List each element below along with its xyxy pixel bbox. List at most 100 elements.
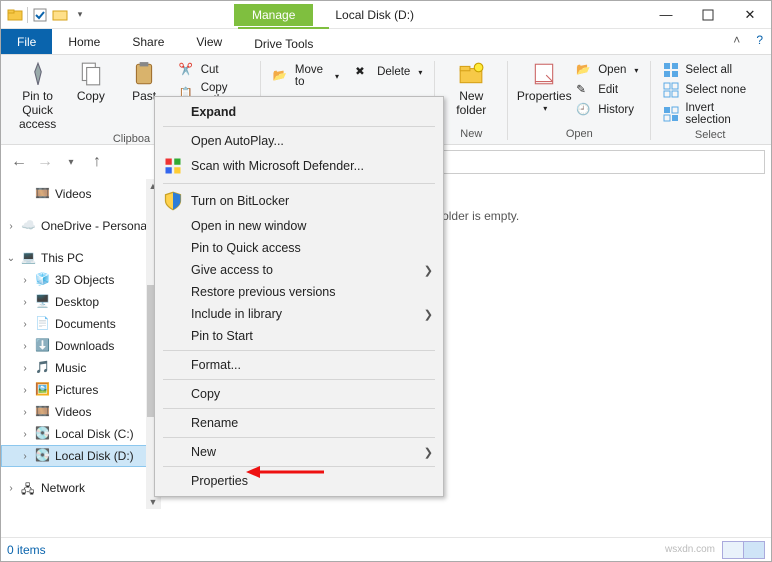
close-button[interactable]: ✕ — [729, 1, 771, 29]
tab-drive-tools[interactable]: Drive Tools — [238, 27, 329, 54]
ctx-bitlocker[interactable]: Turn on BitLocker — [155, 187, 443, 215]
ctx-pin-quick-access[interactable]: Pin to Quick access — [155, 237, 443, 259]
status-item-count: 0 items — [7, 543, 46, 557]
ctx-open-new-window[interactable]: Open in new window — [155, 215, 443, 237]
tab-file[interactable]: File — [1, 29, 52, 54]
paste-label: Past — [132, 90, 156, 104]
tree-item-this-pc[interactable]: ⌄💻This PC — [1, 247, 160, 269]
properties-button[interactable]: Properties▾ — [516, 57, 572, 113]
drive-icon: 💽 — [35, 448, 51, 464]
select-all-button[interactable]: Select all — [659, 61, 761, 79]
submenu-arrow-icon: ❯ — [424, 264, 433, 277]
ctx-open-autoplay[interactable]: Open AutoPlay... — [155, 130, 443, 152]
checkbox-icon[interactable] — [32, 7, 48, 23]
forward-button[interactable]: → — [33, 150, 57, 174]
tree-item-onedrive[interactable]: ›☁️OneDrive - Persona — [1, 215, 160, 237]
minimize-button[interactable]: — — [645, 1, 687, 29]
new-folder-button[interactable]: New folder — [443, 57, 499, 118]
select-all-icon — [663, 62, 679, 78]
open-button[interactable]: 📂Open▾ — [572, 61, 642, 79]
tree-item-music[interactable]: ›🎵Music — [1, 357, 160, 379]
invert-selection-button[interactable]: Invert selection — [659, 101, 761, 127]
context-menu: Expand Open AutoPlay... Scan with Micros… — [154, 96, 444, 497]
tab-view[interactable]: View — [180, 29, 238, 54]
status-bar: 0 items wsxdn.com — [1, 537, 771, 561]
move-to-icon: 📂 — [273, 68, 289, 84]
defender-icon — [163, 156, 183, 176]
open-icon: 📂 — [576, 62, 592, 78]
this-pc-icon: 💻 — [21, 250, 37, 266]
select-none-button[interactable]: Select none — [659, 81, 761, 99]
navigation-pane[interactable]: 🎞️Videos ›☁️OneDrive - Persona ⌄💻This PC… — [1, 179, 161, 509]
help-icon[interactable]: ? — [748, 29, 771, 54]
contextual-tab-manage[interactable]: Manage — [234, 4, 313, 26]
ctx-new[interactable]: New❯ — [155, 441, 443, 463]
view-large-icons-button[interactable] — [743, 541, 765, 559]
tree-item-network[interactable]: ›🖧Network — [1, 477, 160, 499]
history-button[interactable]: 🕘History — [572, 101, 642, 119]
maximize-button[interactable] — [687, 1, 729, 29]
tree-item-pictures[interactable]: ›🖼️Pictures — [1, 379, 160, 401]
back-button[interactable]: ← — [7, 150, 31, 174]
tree-item-local-disk-c[interactable]: ›💽Local Disk (C:) — [1, 423, 160, 445]
tab-home[interactable]: Home — [52, 29, 116, 54]
ctx-expand[interactable]: Expand — [155, 101, 443, 123]
annotation-arrow — [246, 464, 326, 480]
move-to-button[interactable]: 📂Move to▾ — [269, 63, 343, 89]
ctx-copy[interactable]: Copy — [155, 383, 443, 405]
invert-selection-icon — [663, 106, 679, 122]
tree-item-desktop[interactable]: ›🖥️Desktop — [1, 291, 160, 313]
qat-folder-icon[interactable] — [52, 7, 68, 23]
downloads-icon: ⬇️ — [35, 338, 51, 354]
ctx-format[interactable]: Format... — [155, 354, 443, 376]
tree-item-3d-objects[interactable]: ›🧊3D Objects — [1, 269, 160, 291]
new-folder-label: New folder — [449, 90, 493, 118]
view-details-button[interactable] — [722, 541, 744, 559]
scroll-down-icon[interactable]: ▼ — [149, 495, 158, 509]
tree-item-documents[interactable]: ›📄Documents — [1, 313, 160, 335]
desktop-icon: 🖥️ — [35, 294, 51, 310]
edit-button[interactable]: ✎Edit — [572, 81, 642, 99]
submenu-arrow-icon: ❯ — [424, 308, 433, 321]
onedrive-icon: ☁️ — [21, 218, 37, 234]
properties-label: Properties — [517, 90, 572, 104]
drive-icon: 💽 — [35, 426, 51, 442]
group-select-label: Select — [659, 127, 761, 145]
ctx-include-library[interactable]: Include in library❯ — [155, 303, 443, 325]
shield-icon — [163, 191, 183, 211]
pin-label: Pin to Quick access — [17, 90, 58, 131]
chevron-down-icon[interactable]: ▾ — [72, 7, 88, 23]
pictures-icon: 🖼️ — [35, 382, 51, 398]
ctx-rename[interactable]: Rename — [155, 412, 443, 434]
tree-item-videos-quick[interactable]: 🎞️Videos — [1, 183, 160, 205]
new-folder-icon — [458, 61, 484, 87]
documents-icon: 📄 — [35, 316, 51, 332]
tree-item-local-disk-d[interactable]: ›💽Local Disk (D:) — [1, 445, 160, 467]
paste-icon — [131, 61, 157, 87]
group-new-label: New — [443, 126, 499, 144]
ctx-pin-start[interactable]: Pin to Start — [155, 325, 443, 347]
copy-button[interactable]: Copy — [64, 57, 117, 104]
tab-share[interactable]: Share — [116, 29, 180, 54]
recent-locations-button[interactable]: ▾ — [59, 150, 83, 174]
cut-button[interactable]: ✂️Cut — [175, 61, 252, 79]
folder-icon — [7, 7, 23, 23]
delete-button[interactable]: ✖Delete▾ — [351, 63, 426, 81]
tree-item-downloads[interactable]: ›⬇️Downloads — [1, 335, 160, 357]
pin-quick-access-button[interactable]: Pin to Quick access — [11, 57, 64, 131]
ctx-restore-previous[interactable]: Restore previous versions — [155, 281, 443, 303]
history-icon: 🕘 — [576, 102, 592, 118]
collapse-ribbon-icon[interactable]: ˄ — [725, 29, 748, 54]
up-button[interactable]: ↑ — [85, 150, 109, 174]
delete-icon: ✖ — [355, 64, 371, 80]
ctx-give-access-to[interactable]: Give access to❯ — [155, 259, 443, 281]
ctx-scan-defender[interactable]: Scan with Microsoft Defender... — [155, 152, 443, 180]
tree-item-videos[interactable]: ›🎞️Videos — [1, 401, 160, 423]
properties-icon — [531, 61, 557, 87]
select-none-icon — [663, 82, 679, 98]
quick-access-toolbar: ▾ — [1, 7, 94, 23]
submenu-arrow-icon: ❯ — [424, 446, 433, 459]
3d-objects-icon: 🧊 — [35, 272, 51, 288]
window-title: Local Disk (D:) — [335, 8, 414, 22]
pin-icon — [25, 61, 51, 87]
